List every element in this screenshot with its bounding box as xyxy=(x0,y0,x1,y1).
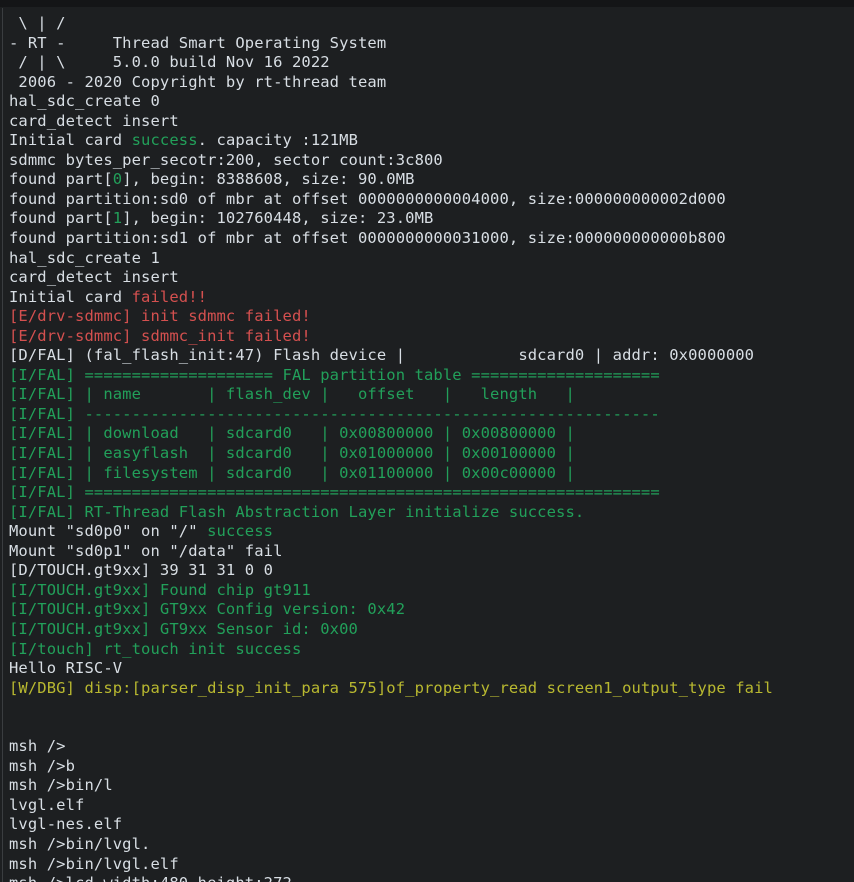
console-line-output-lvgl-nes-elf-segment-0: lvgl-nes.elf xyxy=(9,815,123,834)
console-line-hal-sdc-create-0-segment-0: hal_sdc_create 0 xyxy=(9,92,160,111)
console-line-dbg-disp-warn-segment-0: [W/DBG] disp:[parser_disp_init_para 575]… xyxy=(9,678,773,697)
console-line-found-part-0: found part[0], begin: 8388608, size: 90.… xyxy=(9,170,854,190)
console-line-found-part-0-segment-1: 0 xyxy=(112,170,123,189)
console-line-initial-card-success-segment-1: success xyxy=(131,131,198,150)
console-line-hello-riscv: Hello RISC-V xyxy=(9,659,854,679)
console-line-msh-prompt-bin-lvgl-dot-segment-0: msh />bin/lvgl. xyxy=(9,834,151,853)
console-line-msh-prompt-bin-lvgl-dot: msh />bin/lvgl. xyxy=(9,835,854,855)
console-line-banner-2-segment-0: - RT - Thread Smart Operating System xyxy=(9,33,387,52)
console-line-initial-card-success-segment-0: Initial card xyxy=(9,131,132,150)
console-line-fal-init-success-segment-0: [I/FAL] RT-Thread Flash Abstraction Laye… xyxy=(9,502,585,521)
console-line-found-partition-sd0-segment-0: found partition:sd0 of mbr at offset 000… xyxy=(9,189,726,208)
console-line-mount-sd0p0-segment-1: success xyxy=(207,522,274,541)
console-line-fal-table-divider-segment-0: [I/FAL] --------------------------------… xyxy=(9,404,660,423)
console-line-found-part-1-segment-0: found part[ xyxy=(9,209,113,228)
console-line-found-partition-sd1: found partition:sd1 of mbr at offset 000… xyxy=(9,229,854,249)
console-line-banner-2: - RT - Thread Smart Operating System xyxy=(9,34,854,54)
console-line-msh-prompt-bin-lvgl-elf: msh />bin/lvgl.elf xyxy=(9,855,854,875)
console-line-fal-row-easyflash: [I/FAL] | easyflash | sdcard0 | 0x010000… xyxy=(9,444,854,464)
console-line-card-detect-insert-1-segment-0: card_detect insert xyxy=(9,268,179,287)
console-line-banner-4: 2006 - 2020 Copyright by rt-thread team xyxy=(9,73,854,93)
console-line-banner-3: / | \ 5.0.0 build Nov 16 2022 xyxy=(9,53,854,73)
console-line-msh-prompt-b-segment-0: msh />b xyxy=(9,756,76,775)
console-line-sdmmc-bytes-per-sector-segment-0: sdmmc bytes_per_secotr:200, sector count… xyxy=(9,150,443,169)
console-line-fal-table-bottom: [I/FAL] ================================… xyxy=(9,483,854,503)
console-line-fal-row-easyflash-segment-0: [I/FAL] | easyflash | sdcard0 | 0x010000… xyxy=(9,444,575,463)
console-line-blank-2 xyxy=(9,718,854,738)
window-top-edge xyxy=(0,0,854,7)
console-line-fal-table-top: [I/FAL] ==================== FAL partiti… xyxy=(9,366,854,386)
console-line-fal-table-header: [I/FAL] | name | flash_dev | offset | le… xyxy=(9,385,854,405)
console-line-touch-init-success-segment-0: [I/touch] rt_touch init success xyxy=(9,639,302,658)
console-line-found-part-1-segment-2: ], begin: 102760448, size: 23.0MB xyxy=(122,209,434,228)
console-line-fal-init-success: [I/FAL] RT-Thread Flash Abstraction Laye… xyxy=(9,503,854,523)
console-line-output-lvgl-elf: lvgl.elf xyxy=(9,796,854,816)
console-line-msh-prompt-b: msh />b xyxy=(9,757,854,777)
console-line-fal-row-filesystem-segment-0: [I/FAL] | filesystem | sdcard0 | 0x01100… xyxy=(9,463,575,482)
console-line-drv-sdmmc-init-failed-segment-0: [E/drv-sdmmc] init sdmmc failed! xyxy=(9,307,311,326)
console-output[interactable]: \ | / - RT - Thread Smart Operating Syste… xyxy=(0,14,854,882)
console-line-hal-sdc-create-1: hal_sdc_create 1 xyxy=(9,249,854,269)
console-line-fal-row-download-segment-0: [I/FAL] | download | sdcard0 | 0x0080000… xyxy=(9,424,575,443)
console-line-mount-sd0p0-segment-0: Mount "sd0p0" on "/" xyxy=(9,522,208,541)
console-line-blank-1 xyxy=(9,698,854,718)
console-line-touch-config-version-segment-0: [I/TOUCH.gt9xx] GT9xx Config version: 0x… xyxy=(9,600,406,619)
console-line-initial-card-failed-segment-0: Initial card xyxy=(9,287,132,306)
console-line-hal-sdc-create-1-segment-0: hal_sdc_create 1 xyxy=(9,248,160,267)
console-line-hal-sdc-create-0: hal_sdc_create 0 xyxy=(9,92,854,112)
console-line-touch-sensor-id-segment-0: [I/TOUCH.gt9xx] GT9xx Sensor id: 0x00 xyxy=(9,619,358,638)
console-line-fal-flash-init-segment-0: [D/FAL] (fal_flash_init:47) Flash device… xyxy=(9,346,755,365)
console-line-msh-prompt-empty: msh /> xyxy=(9,737,854,757)
console-line-fal-flash-init: [D/FAL] (fal_flash_init:47) Flash device… xyxy=(9,346,854,366)
console-line-initial-card-success: Initial card success. capacity :121MB xyxy=(9,131,854,151)
console-line-fal-row-filesystem: [I/FAL] | filesystem | sdcard0 | 0x01100… xyxy=(9,464,854,484)
console-line-card-detect-insert-0: card_detect insert xyxy=(9,112,854,132)
console-line-dbg-disp-warn: [W/DBG] disp:[parser_disp_init_para 575]… xyxy=(9,679,854,699)
console-line-touch-debug-segment-0: [D/TOUCH.gt9xx] 39 31 31 0 0 xyxy=(9,561,274,580)
console-line-touch-init-success: [I/touch] rt_touch init success xyxy=(9,640,854,660)
console-line-found-part-0-segment-0: found part[ xyxy=(9,170,113,189)
console-line-drv-sdmmc-sdmmc-init-failed-segment-0: [E/drv-sdmmc] sdmmc_init failed! xyxy=(9,326,311,345)
console-line-touch-config-version: [I/TOUCH.gt9xx] GT9xx Config version: 0x… xyxy=(9,600,854,620)
console-line-banner-1: \ | / xyxy=(9,14,854,34)
console-line-fal-table-header-segment-0: [I/FAL] | name | flash_dev | offset | le… xyxy=(9,385,575,404)
console-line-output-lvgl-nes-elf: lvgl-nes.elf xyxy=(9,815,854,835)
console-line-found-part-1-segment-1: 1 xyxy=(112,209,123,228)
console-line-found-partition-sd1-segment-0: found partition:sd1 of mbr at offset 000… xyxy=(9,229,726,248)
console-line-touch-found-chip: [I/TOUCH.gt9xx] Found chip gt911 xyxy=(9,581,854,601)
console-line-drv-sdmmc-sdmmc-init-failed: [E/drv-sdmmc] sdmmc_init failed! xyxy=(9,327,854,347)
console-line-found-part-1: found part[1], begin: 102760448, size: 2… xyxy=(9,209,854,229)
console-line-banner-1-segment-0: \ | / xyxy=(9,14,66,32)
console-line-banner-3-segment-0: / | \ 5.0.0 build Nov 16 2022 xyxy=(9,53,330,72)
console-line-mount-sd0p1: Mount "sd0p1" on "/data" fail xyxy=(9,542,854,562)
console-line-msh-prompt-lcd-segment-0: msh />lcd width:480,height:272 xyxy=(9,874,292,882)
console-line-initial-card-success-segment-2: . capacity :121MB xyxy=(197,131,358,150)
console-line-card-detect-insert-1: card_detect insert xyxy=(9,268,854,288)
console-line-drv-sdmmc-init-failed: [E/drv-sdmmc] init sdmmc failed! xyxy=(9,307,854,327)
console-line-touch-found-chip-segment-0: [I/TOUCH.gt9xx] Found chip gt911 xyxy=(9,580,311,599)
console-line-msh-prompt-lcd: msh />lcd width:480,height:272 xyxy=(9,874,854,882)
console-line-msh-prompt-empty-segment-0: msh /> xyxy=(9,737,66,756)
console-line-msh-prompt-bin-l: msh />bin/l xyxy=(9,776,854,796)
console-line-card-detect-insert-0-segment-0: card_detect insert xyxy=(9,111,179,130)
console-line-mount-sd0p0: Mount "sd0p0" on "/" success xyxy=(9,522,854,542)
console-line-hello-riscv-segment-0: Hello RISC-V xyxy=(9,659,123,678)
console-line-initial-card-failed-segment-1: failed!! xyxy=(131,287,208,306)
terminal-window[interactable]: \ | / - RT - Thread Smart Operating Syste… xyxy=(0,0,854,882)
console-line-found-partition-sd0: found partition:sd0 of mbr at offset 000… xyxy=(9,190,854,210)
console-line-fal-table-divider: [I/FAL] --------------------------------… xyxy=(9,405,854,425)
console-line-fal-row-download: [I/FAL] | download | sdcard0 | 0x0080000… xyxy=(9,424,854,444)
console-line-msh-prompt-bin-lvgl-elf-segment-0: msh />bin/lvgl.elf xyxy=(9,854,179,873)
console-line-touch-sensor-id: [I/TOUCH.gt9xx] GT9xx Sensor id: 0x00 xyxy=(9,620,854,640)
console-line-fal-table-top-segment-0: [I/FAL] ==================== FAL partiti… xyxy=(9,365,660,384)
console-line-found-part-0-segment-2: ], begin: 8388608, size: 90.0MB xyxy=(122,170,415,189)
console-line-msh-prompt-bin-l-segment-0: msh />bin/l xyxy=(9,776,113,795)
console-line-initial-card-failed: Initial card failed!! xyxy=(9,288,854,308)
console-line-output-lvgl-elf-segment-0: lvgl.elf xyxy=(9,795,85,814)
console-line-touch-debug: [D/TOUCH.gt9xx] 39 31 31 0 0 xyxy=(9,561,854,581)
console-line-banner-4-segment-0: 2006 - 2020 Copyright by rt-thread team xyxy=(9,72,387,91)
console-line-sdmmc-bytes-per-sector: sdmmc bytes_per_secotr:200, sector count… xyxy=(9,151,854,171)
console-line-mount-sd0p1-segment-0: Mount "sd0p1" on "/data" fail xyxy=(9,541,283,560)
console-line-fal-table-bottom-segment-0: [I/FAL] ================================… xyxy=(9,483,660,502)
